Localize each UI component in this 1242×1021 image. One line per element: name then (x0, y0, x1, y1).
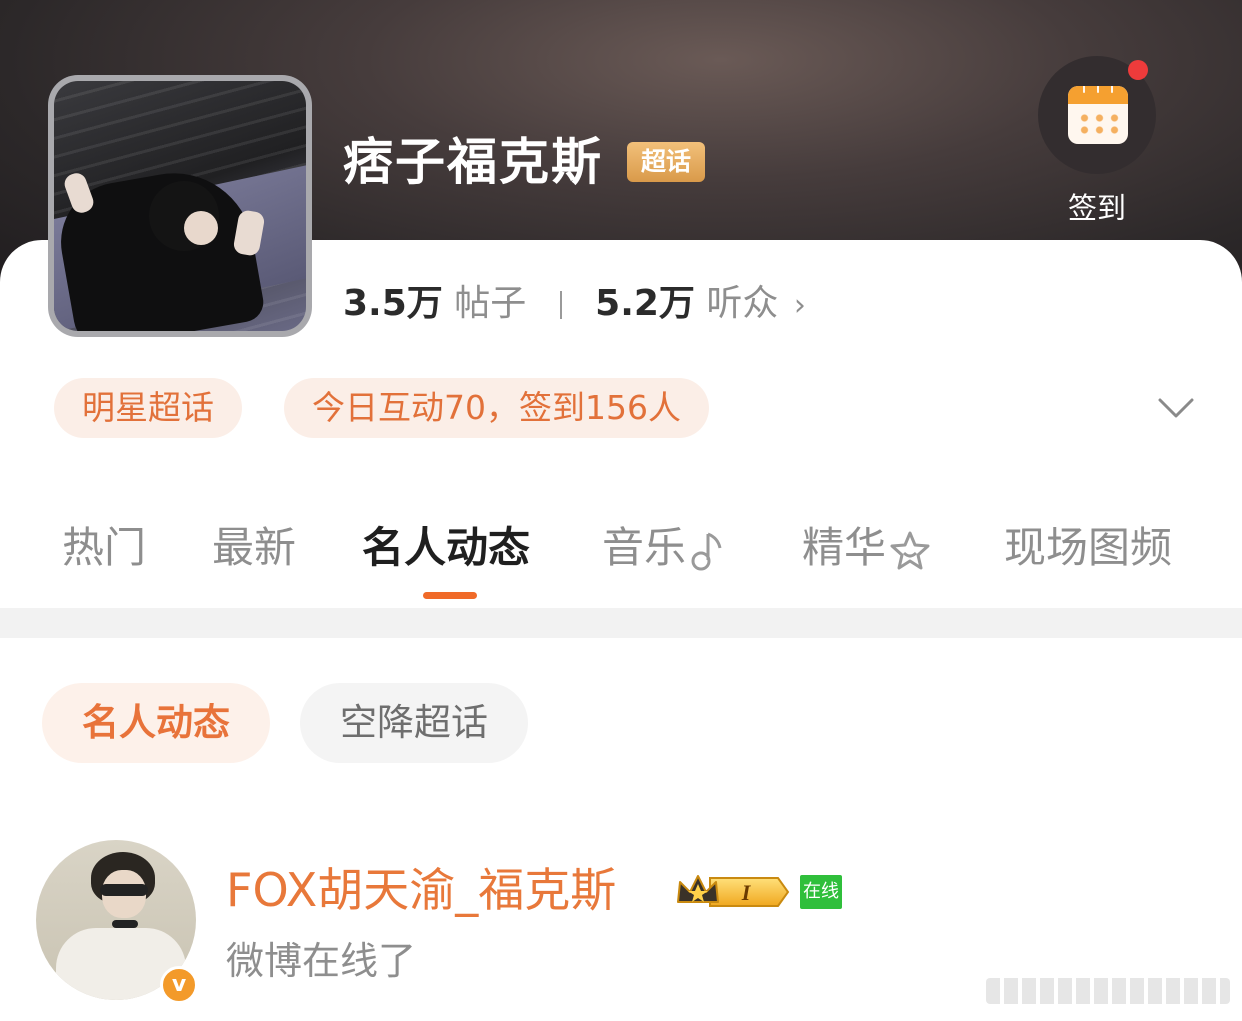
page-title: 痞子福克斯 (343, 133, 603, 191)
online-badge: 在线 (800, 875, 842, 909)
supertopic-badge: 超话 (627, 142, 705, 182)
tab-music-label: 音乐 (602, 523, 687, 572)
crown-level-badge: I (677, 875, 790, 907)
posts-count: 3.5万 (343, 283, 443, 324)
active-tab-indicator (423, 592, 477, 599)
tab-celebrity-updates[interactable]: 名人动态 (362, 518, 530, 578)
tab-live-media[interactable]: 现场图频 (1004, 518, 1172, 578)
fans-count: 5.2万 (595, 283, 695, 324)
topic-stats[interactable]: 3.5万 帖子 5.2万 听众 › (343, 280, 806, 328)
fans-label: 听众 (706, 283, 779, 324)
watermark (986, 978, 1230, 1004)
tab-featured-label: 精华 (802, 523, 887, 572)
posts-label: 帖子 (454, 283, 527, 324)
tab-featured[interactable]: 精华 (802, 518, 932, 578)
tab-hot[interactable]: 热门 (62, 518, 146, 578)
chevron-right-icon: › (793, 288, 806, 323)
filter-chip-airdrop[interactable]: 空降超话 (300, 683, 528, 763)
music-note-icon (691, 532, 722, 570)
activity-pill[interactable]: 今日互动70，签到156人 (284, 378, 709, 438)
user-status-text: 微博在线了 (226, 939, 417, 983)
topic-cover-image[interactable] (48, 75, 312, 337)
user-name[interactable]: FOX胡天渝_福克斯 (226, 862, 616, 918)
notification-dot (1128, 60, 1148, 80)
calendar-icon (1068, 86, 1128, 144)
chevron-down-icon[interactable] (1158, 392, 1194, 428)
tab-latest[interactable]: 最新 (212, 518, 296, 578)
verified-badge: v (160, 966, 198, 1004)
checkin-label[interactable]: 签到 (1038, 185, 1156, 227)
star-icon (890, 531, 930, 569)
tab-music[interactable]: 音乐 (602, 518, 726, 578)
category-pill[interactable]: 明星超话 (54, 378, 242, 438)
filter-chip-celebrity-updates[interactable]: 名人动态 (42, 683, 270, 763)
tab-bar: 热门 最新 名人动态 音乐 精华 现场图频 (0, 518, 1242, 578)
level-badge-text: I (741, 880, 752, 905)
section-divider (0, 608, 1242, 638)
stats-divider (559, 291, 562, 319)
